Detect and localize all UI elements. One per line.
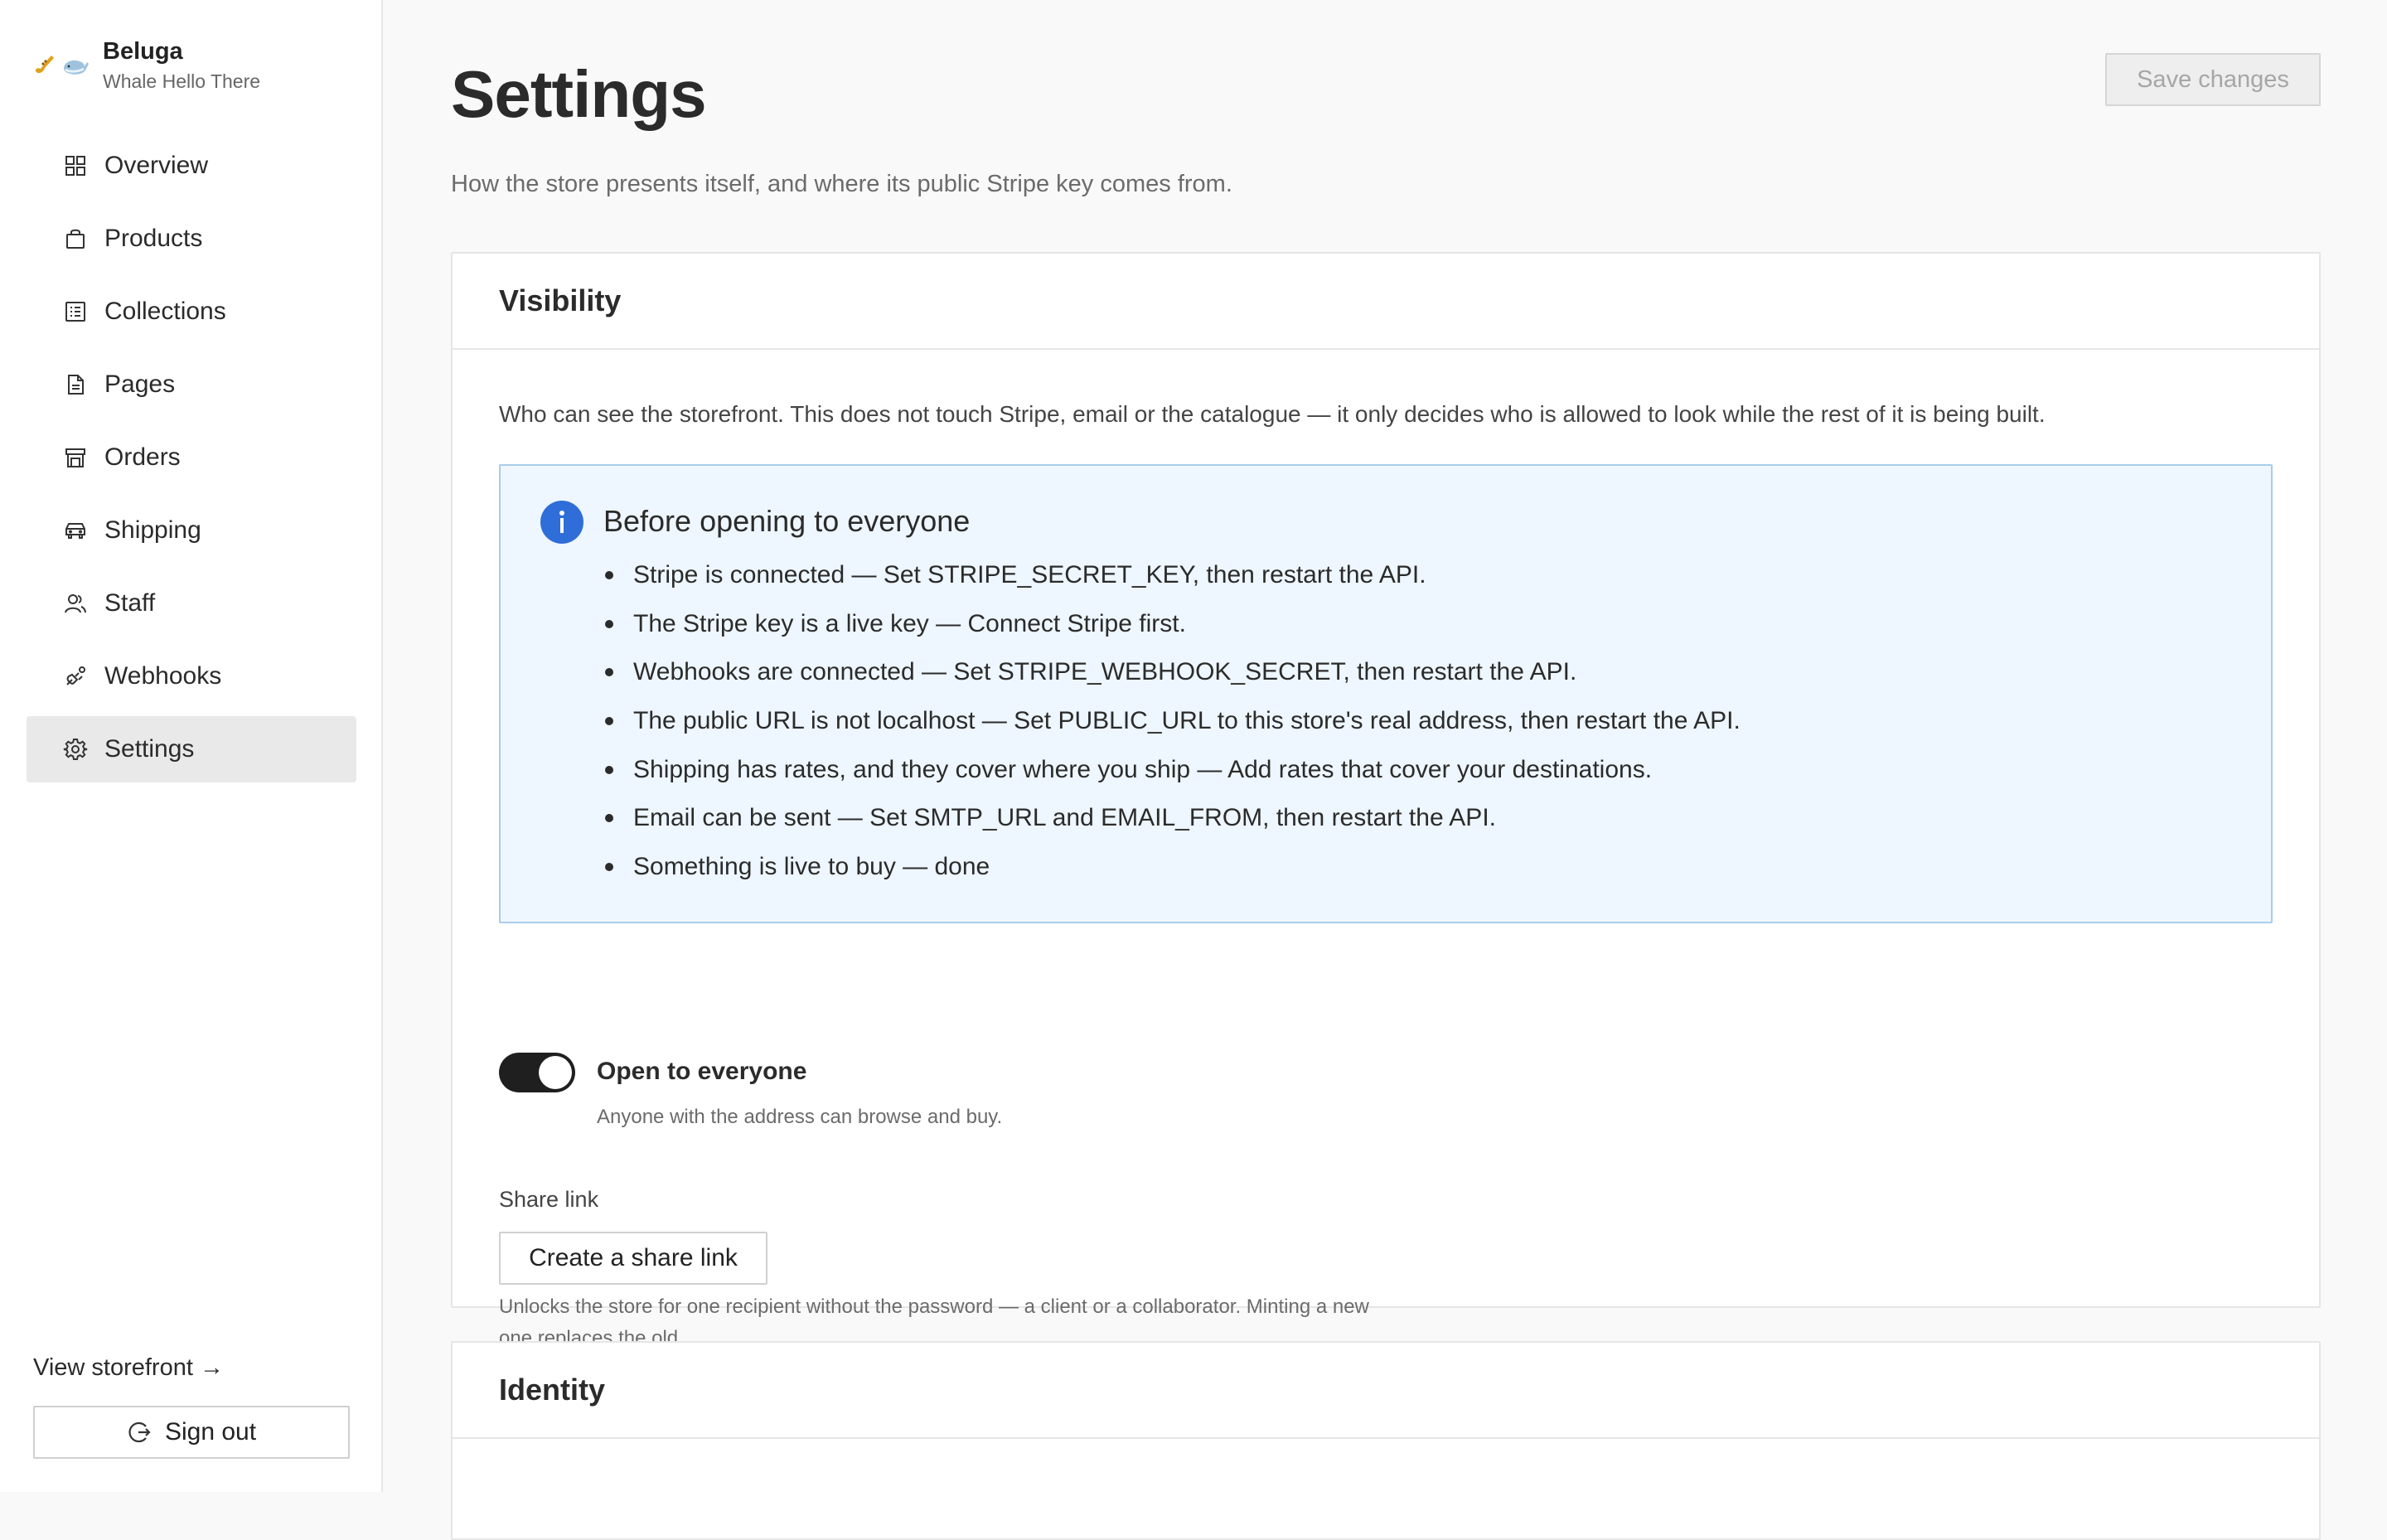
checklist-item: Stripe is connected — Set STRIPE_SECRET_…: [603, 559, 1741, 608]
page-title: Settings: [451, 57, 707, 131]
callout-title: Before opening to everyone: [603, 504, 971, 538]
sidebar-item-orders[interactable]: Orders: [27, 424, 356, 491]
brand[interactable]: Beluga Whale Hello There: [33, 36, 260, 94]
open-to-everyone-toggle[interactable]: [499, 1053, 575, 1092]
grid-icon: [63, 153, 88, 178]
saxophone-icon: [33, 53, 58, 78]
page-description: How the store presents itself, and where…: [451, 171, 1232, 197]
sidebar-item-label: Overview: [104, 152, 209, 179]
brand-name: Beluga: [103, 38, 183, 65]
visibility-title: Visibility: [453, 254, 2319, 350]
checklist-item: Webhooks are connected — Set STRIPE_WEBH…: [603, 656, 1741, 705]
whale-icon: [61, 53, 90, 78]
sidebar-item-pages[interactable]: Pages: [27, 351, 356, 418]
gear-icon: [63, 737, 88, 762]
sidebar-item-shipping[interactable]: Shipping: [27, 497, 356, 564]
info-callout: Before opening to everyone Stripe is con…: [499, 464, 2273, 923]
bag-icon: [63, 226, 88, 251]
sidebar-item-label: Staff: [104, 589, 156, 617]
sidebar-nav: Overview Products Collections Pages Orde…: [27, 133, 356, 789]
users-icon: [63, 591, 88, 616]
sidebar-item-label: Webhooks: [104, 662, 222, 690]
checklist: Stripe is connected — Set STRIPE_SECRET_…: [603, 559, 1741, 899]
sidebar-item-webhooks[interactable]: Webhooks: [27, 643, 356, 709]
sidebar-item-label: Pages: [104, 370, 176, 398]
sidebar-item-label: Products: [104, 225, 203, 252]
identity-card: Identity: [451, 1341, 2321, 1540]
visibility-description: Who can see the storefront. This does no…: [499, 401, 2046, 427]
save-button[interactable]: Save changes: [2105, 53, 2321, 106]
sidebar-item-label: Collections: [104, 298, 226, 325]
sign-out-icon: [127, 1420, 152, 1445]
sign-out-label: Sign out: [164, 1418, 257, 1446]
toggle-knob: [539, 1056, 572, 1089]
sidebar: Beluga Whale Hello There Overview Produc…: [0, 0, 383, 1492]
store-icon: [63, 445, 88, 470]
sidebar-item-settings[interactable]: Settings: [27, 716, 356, 782]
create-share-link-button[interactable]: Create a share link: [499, 1232, 767, 1285]
sidebar-item-label: Shipping: [104, 516, 201, 544]
sidebar-item-label: Orders: [104, 443, 181, 471]
list-icon: [63, 299, 88, 324]
visibility-card: Visibility Who can see the storefront. T…: [451, 252, 2321, 1349]
view-storefront-link[interactable]: View storefront →: [33, 1354, 224, 1382]
toggle-help-text: Anyone with the address can browse and b…: [597, 1106, 1003, 1128]
sign-out-button[interactable]: Sign out: [33, 1406, 350, 1459]
sidebar-item-overview[interactable]: Overview: [27, 133, 356, 199]
checklist-item: Email can be sent — Set SMTP_URL and EMA…: [603, 801, 1741, 850]
identity-title: Identity: [453, 1343, 2319, 1439]
toggle-label: Open to everyone: [597, 1058, 807, 1085]
car-icon: [63, 518, 88, 543]
document-icon: [63, 372, 88, 397]
checklist-item: Shipping has rates, and they cover where…: [603, 753, 1741, 802]
sidebar-item-collections[interactable]: Collections: [27, 278, 356, 345]
sidebar-item-label: Settings: [104, 735, 195, 763]
checklist-item: The public URL is not localhost — Set PU…: [603, 705, 1741, 753]
info-icon: [540, 501, 583, 544]
share-link-label: Share link: [499, 1187, 599, 1212]
checklist-item: The Stripe key is a live key — Connect S…: [603, 608, 1741, 656]
sidebar-item-products[interactable]: Products: [27, 206, 356, 272]
checklist-item: Something is live to buy — done: [603, 850, 1741, 899]
brand-logo: [33, 53, 90, 78]
webhook-icon: [63, 664, 88, 689]
brand-tagline: Whale Hello There: [103, 70, 261, 92]
sidebar-item-staff[interactable]: Staff: [27, 570, 356, 637]
